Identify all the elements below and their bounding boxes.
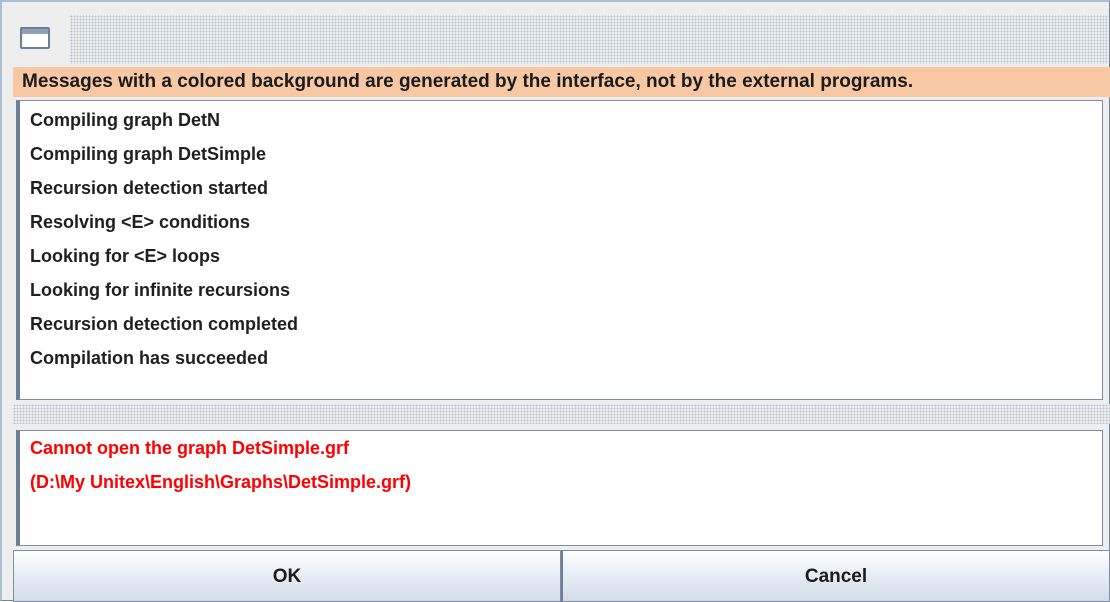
error-panel[interactable]: Cannot open the graph DetSimple.grf (D:\… [16,430,1103,546]
log-line: Compiling graph DetN [30,110,220,130]
dialog-window: Messages with a colored background are g… [0,0,1110,602]
log-line: Looking for <E> loops [30,246,221,266]
button-bar: OK Cancel [13,550,1110,602]
log-line: Looking for infinite recursions [30,280,291,300]
log-line: Compiling graph DetSimple [30,144,267,164]
log-line: Compilation has succeeded [30,348,269,368]
log-panel[interactable]: Compiling graph DetN Compiling graph Det… [16,100,1103,400]
info-banner: Messages with a colored background are g… [13,67,1110,97]
log-line: Resolving <E> conditions [30,212,251,232]
window-icon[interactable] [20,27,50,49]
ok-button[interactable]: OK [13,550,561,602]
error-line: (D:\My Unitex\English\Graphs\DetSimple.g… [30,472,412,492]
cancel-button[interactable]: Cancel [561,550,1110,602]
title-bar[interactable] [10,15,1108,64]
error-line: Cannot open the graph DetSimple.grf [30,438,350,458]
split-pane-divider[interactable] [13,404,1110,424]
log-line: Recursion detection started [30,178,269,198]
log-line: Recursion detection completed [30,314,299,334]
